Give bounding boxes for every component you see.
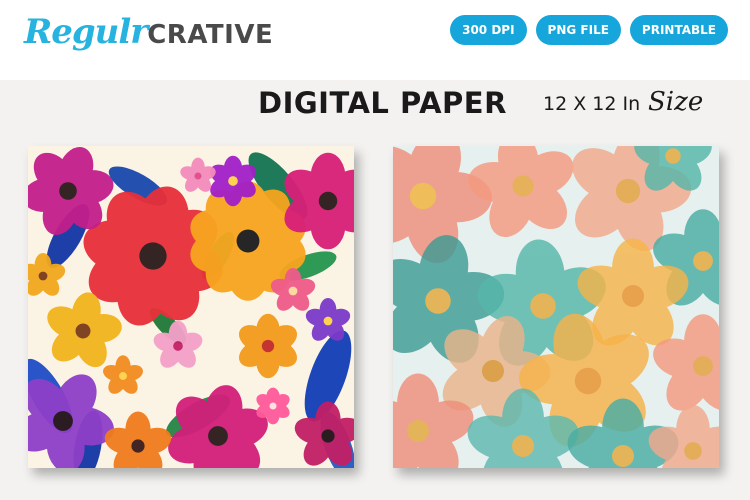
paper-preview-left[interactable] bbox=[28, 146, 354, 468]
size-script-label: Size bbox=[648, 87, 704, 117]
badge-dpi[interactable]: 300 DPI bbox=[450, 15, 527, 45]
feature-badges: 300 DPI PNG FILE PRINTABLE bbox=[450, 15, 728, 45]
page-title: DIGITAL PAPER bbox=[258, 86, 507, 120]
title-row: DIGITAL PAPER 12 X 12 In Size bbox=[0, 86, 750, 126]
brand-script: Regulr bbox=[24, 12, 148, 52]
header-bar: Regulr CRATIVE 300 DPI PNG FILE PRINTABL… bbox=[0, 0, 750, 80]
badge-printable[interactable]: PRINTABLE bbox=[629, 15, 728, 45]
size-label: 12 X 12 In bbox=[543, 93, 641, 115]
brand-block: CRATIVE bbox=[147, 20, 274, 50]
brand-logo[interactable]: Regulr CRATIVE bbox=[24, 12, 273, 62]
watercolor-pastel-floral-pattern bbox=[393, 146, 719, 468]
vibrant-floral-pattern bbox=[28, 146, 354, 468]
badge-file-type[interactable]: PNG FILE bbox=[535, 15, 621, 45]
paper-preview-right[interactable] bbox=[393, 146, 719, 468]
